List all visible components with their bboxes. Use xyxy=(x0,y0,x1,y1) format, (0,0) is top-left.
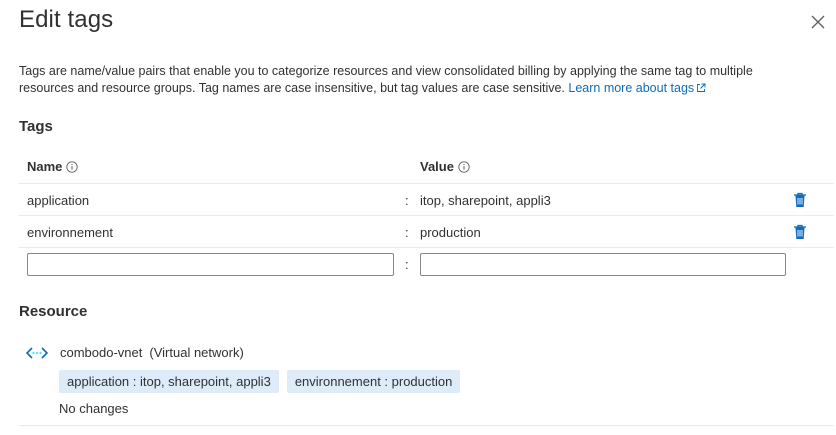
tag-chip: environnement : production xyxy=(286,370,461,393)
divider xyxy=(19,215,834,216)
close-button[interactable] xyxy=(805,9,831,35)
tag-chip: application : itop, sharepoint, appli3 xyxy=(59,370,279,393)
delete-tag-button[interactable] xyxy=(791,223,809,241)
name-column-header: Name xyxy=(27,159,79,174)
description: Tags are name/value pairs that enable yo… xyxy=(19,63,809,97)
info-icon[interactable] xyxy=(458,160,470,173)
learn-more-link[interactable]: Learn more about tags xyxy=(568,81,706,95)
new-tag-value-input[interactable] xyxy=(420,253,786,276)
value-column-header: Value xyxy=(420,159,470,174)
virtual-network-icon xyxy=(26,346,48,360)
divider xyxy=(19,183,834,184)
separator: : xyxy=(405,257,409,272)
learn-more-link-label: Learn more about tags xyxy=(568,81,695,95)
divider xyxy=(19,425,834,426)
external-link-icon xyxy=(697,83,706,92)
change-status: No changes xyxy=(59,401,129,416)
name-column-label: Name xyxy=(27,159,63,174)
resource-type: (Virtual network) xyxy=(149,345,244,360)
delete-tag-button[interactable] xyxy=(791,191,809,209)
close-icon xyxy=(811,15,825,29)
divider xyxy=(19,247,834,248)
resource-row: combodo-vnet (Virtual network) xyxy=(26,345,244,360)
resource-tag-chips: application : itop, sharepoint, appli3 e… xyxy=(59,370,461,393)
separator: : xyxy=(405,225,409,240)
tag-name-cell: application xyxy=(27,193,90,208)
resource-section-title: Resource xyxy=(19,303,88,320)
new-tag-name-input[interactable] xyxy=(27,253,394,276)
tag-name-cell: environnement xyxy=(27,225,113,240)
trash-icon xyxy=(794,192,806,207)
info-icon[interactable] xyxy=(66,160,79,173)
trash-icon xyxy=(794,224,806,239)
tag-value-cell: production xyxy=(420,225,481,240)
value-column-label: Value xyxy=(420,159,454,174)
dialog-title: Edit tags xyxy=(19,6,114,33)
tag-value-cell: itop, sharepoint, appli3 xyxy=(420,193,551,208)
separator: : xyxy=(405,193,409,208)
resource-name: combodo-vnet xyxy=(60,345,143,360)
tags-section-title: Tags xyxy=(19,118,53,135)
